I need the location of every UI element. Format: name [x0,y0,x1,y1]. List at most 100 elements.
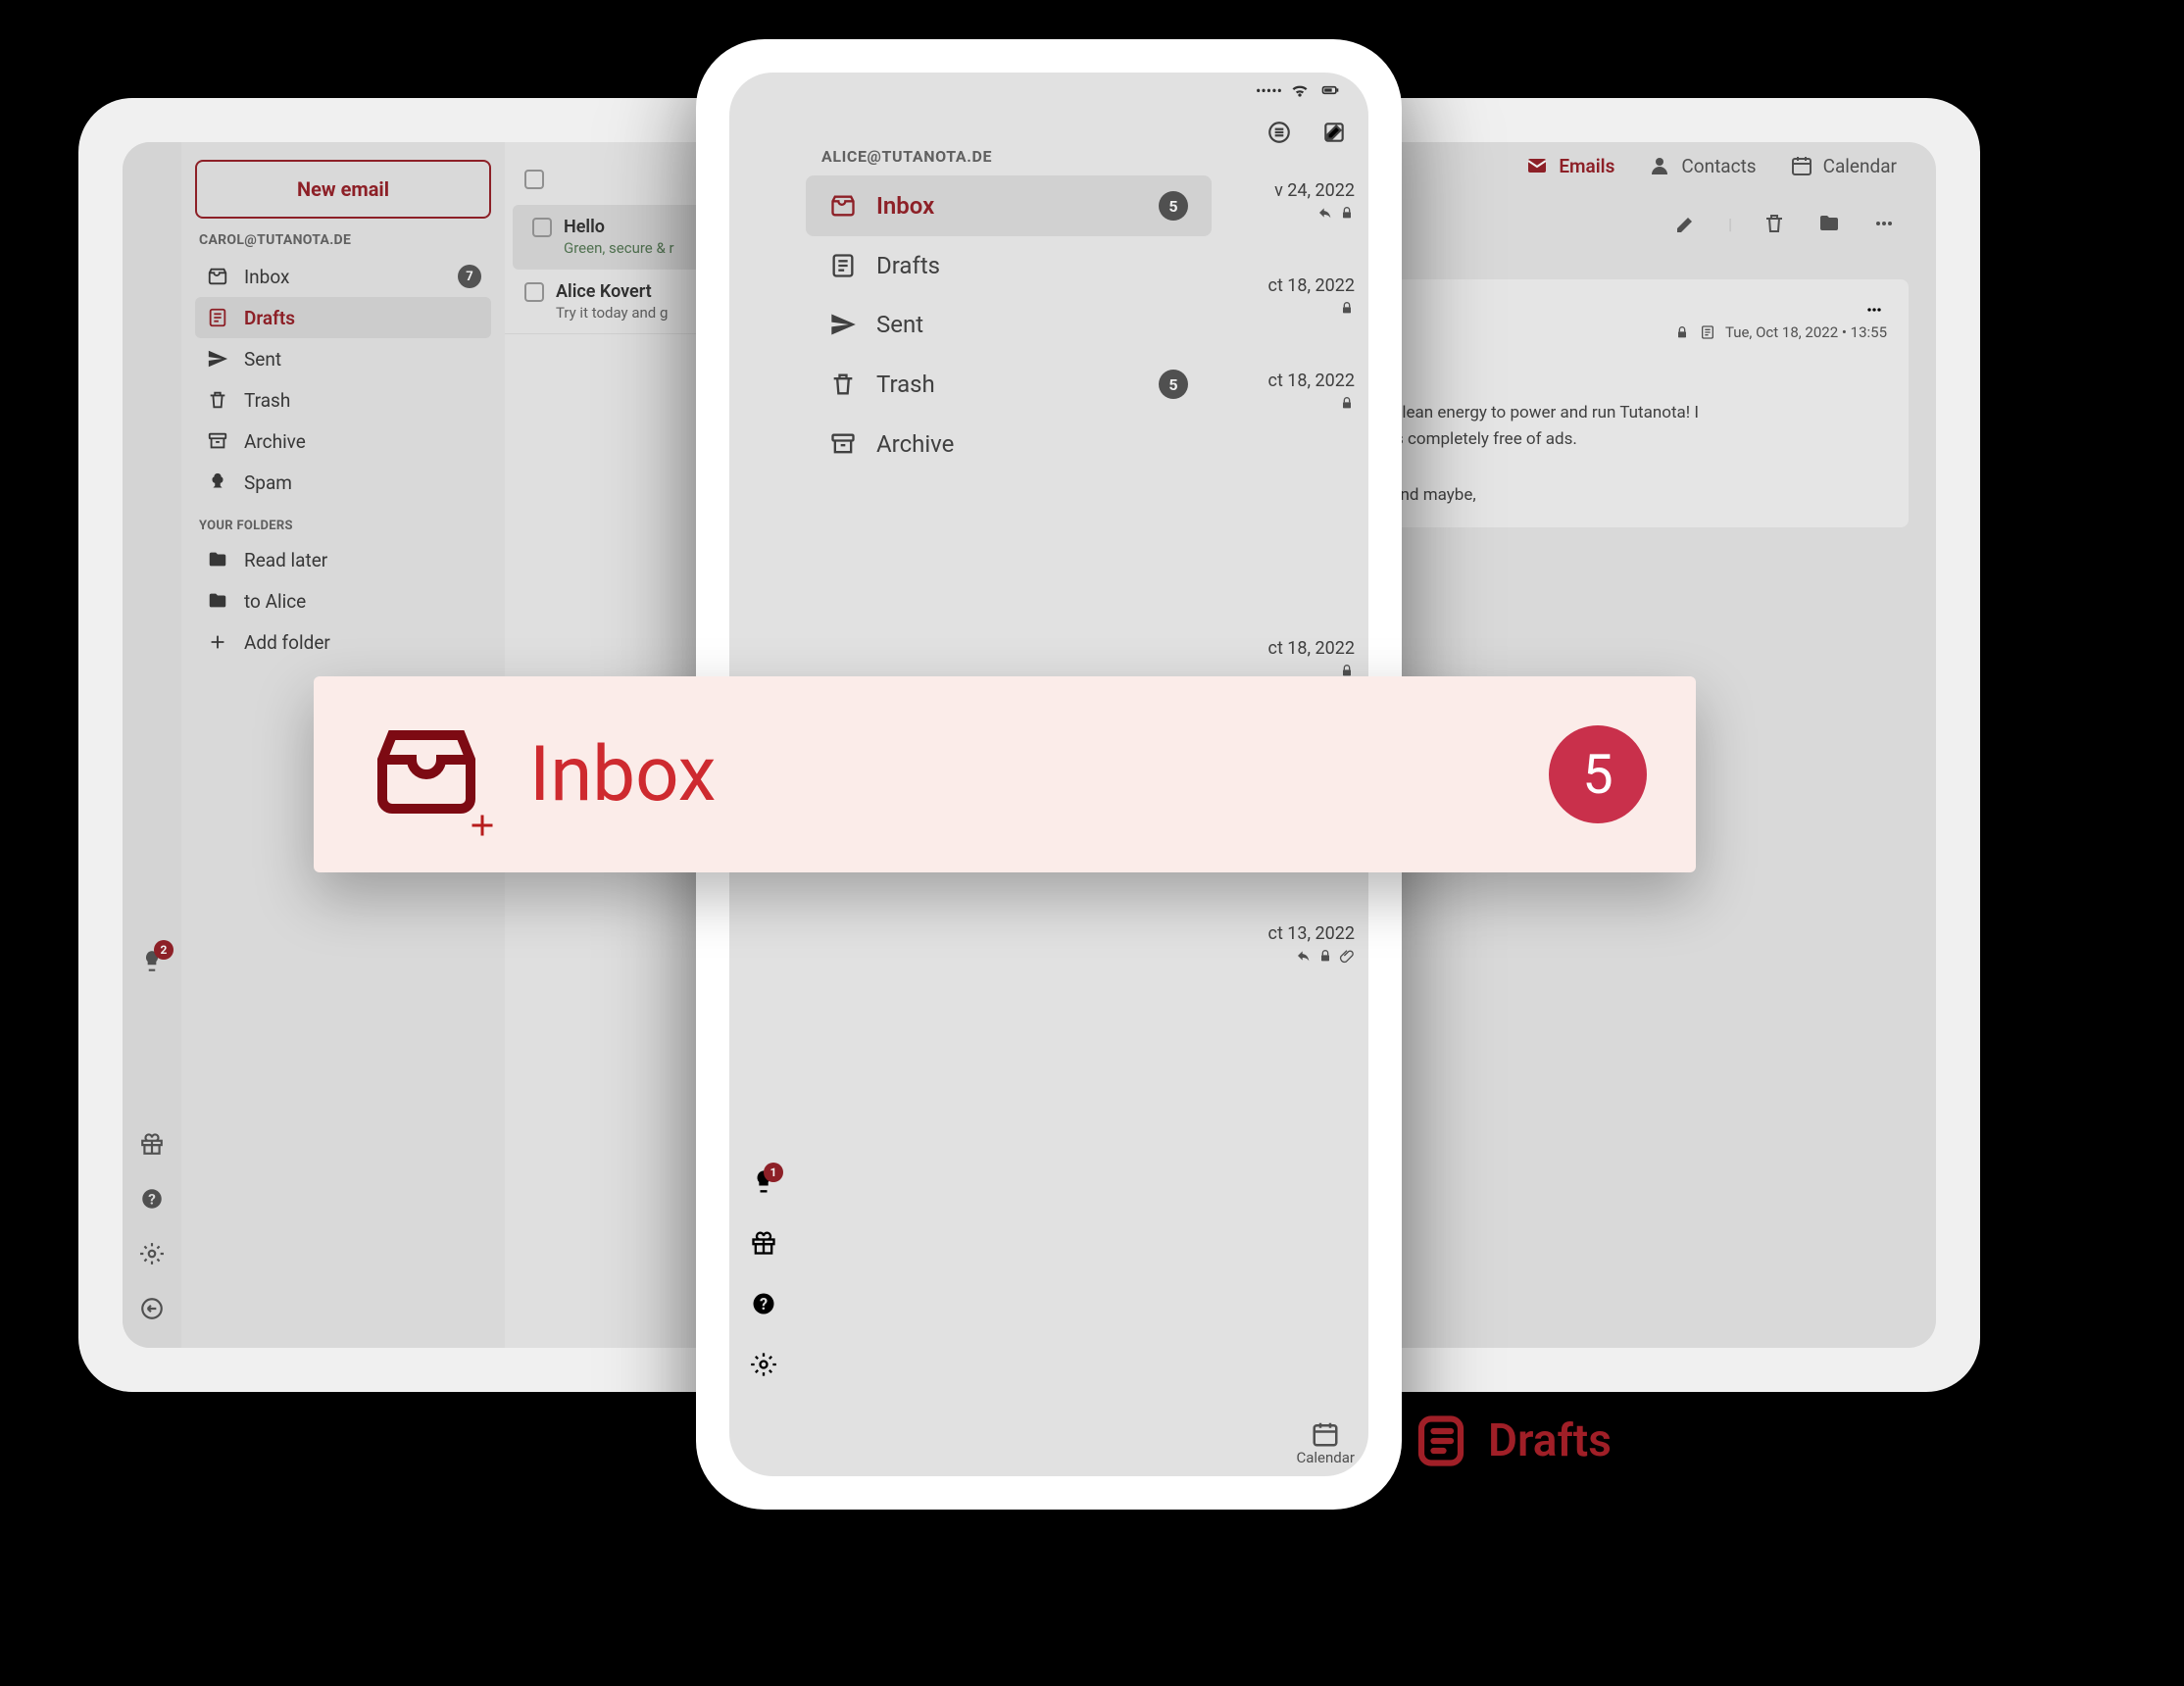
plus-icon [465,808,500,843]
floating-drafts-chip: Drafts [1412,1412,1612,1470]
folder-read-later[interactable]: Read later [195,539,491,580]
folder-inbox[interactable]: Inbox 7 [195,256,491,297]
mail-title: Alice Kovert [556,281,652,302]
logout-icon[interactable] [136,1293,168,1324]
folder-label: Read later [244,549,327,571]
drafts-icon [829,252,857,279]
folder-sent[interactable]: Sent [195,338,491,379]
more-icon[interactable] [1871,211,1897,236]
trash-badge: 5 [1159,370,1188,399]
drafts-icon [1412,1412,1470,1470]
folder-label: Inbox [244,266,289,288]
folder-drafts[interactable]: Drafts [195,297,491,338]
settings-icon[interactable] [136,1238,168,1269]
folder-archive[interactable]: Archive [806,415,1212,473]
sent-icon [829,311,857,338]
edit-icon[interactable] [1673,211,1699,236]
move-icon[interactable] [1816,211,1842,236]
list-view-icon[interactable] [1266,120,1292,145]
mail-date: Tue, Oct 18, 2022 • 13:55 [1725,323,1887,341]
nav-emails[interactable]: Emails [1525,154,1614,177]
folder-inbox[interactable]: Inbox 5 [806,175,1212,236]
date-row: ct 18, 2022 [1268,371,1355,411]
date-row: ct 18, 2022 [1268,275,1355,316]
your-folders-label: YOUR FOLDERS [199,519,487,533]
nav-label: Calendar [1296,1449,1355,1466]
tablet-top-nav: Emails Contacts Calendar [1525,154,1897,177]
folder-label: Sent [876,311,923,338]
nav-label: Contacts [1681,155,1756,177]
new-email-button[interactable]: New email [195,160,491,219]
lock-icon [1339,300,1355,316]
mail-line: ide, and maybe, [1362,482,1887,509]
tips-badge: 2 [154,940,174,960]
folder-icon [205,588,230,614]
folder-drafts[interactable]: Drafts [806,236,1212,295]
sent-icon [205,346,230,372]
nav-contacts[interactable]: Contacts [1648,154,1756,177]
tablet-left-rail: 2 [123,142,181,1348]
compose-icon[interactable] [1321,120,1347,145]
inbox-icon [205,264,230,289]
drafts-label: Drafts [1488,1414,1612,1467]
tips-icon[interactable]: 2 [136,946,168,977]
folder-label: Archive [876,430,954,458]
delete-icon[interactable] [1762,211,1787,236]
gift-icon[interactable] [136,1128,168,1160]
date: ct 18, 2022 [1268,275,1355,296]
settings-icon[interactable] [750,1351,777,1378]
reply-icon [1296,948,1312,964]
attach-icon [1339,948,1355,964]
calendar-icon [1311,1419,1340,1449]
inbox-label: Inbox [529,730,716,819]
folder-label: Drafts [876,252,940,279]
trash-icon [205,387,230,413]
phone-top-actions [1266,120,1347,145]
folder-trash[interactable]: Trash [195,379,491,421]
select-all-checkbox[interactable] [524,170,544,189]
date: ct 18, 2022 [1268,371,1355,391]
lock-icon [1339,205,1355,221]
folder-label: Drafts [244,307,295,329]
nav-calendar[interactable]: Calendar [1790,154,1897,177]
folder-label: Sent [244,348,281,371]
add-folder-button[interactable]: Add folder [195,621,491,663]
mail-line: and clean energy to power and run Tutano… [1362,400,1887,426]
mail-meta: Tue, Oct 18, 2022 • 13:55 [1362,323,1887,341]
folder-to-alice[interactable]: to Alice [195,580,491,621]
trash-icon [829,371,857,398]
inbox-count-badge: 5 [1549,725,1647,823]
folder-sent[interactable]: Sent [806,295,1212,354]
plus-icon [205,629,230,655]
reply-icon [1317,205,1333,221]
drafts-icon [205,305,230,330]
item-checkbox[interactable] [532,218,552,237]
dots-icon: ••••• [1256,81,1282,100]
folder-spam[interactable]: Spam [195,462,491,503]
account-label: CAROL@TUTANOTA.DE [199,232,487,248]
help-icon[interactable] [750,1290,777,1317]
mail-reader: Tue, Oct 18, 2022 • 13:55 and clean ener… [1340,279,1909,527]
help-icon[interactable] [136,1183,168,1215]
folder-label: Archive [244,430,306,453]
folder-label: Trash [876,371,935,398]
gift-icon[interactable] [750,1229,777,1257]
folder-trash[interactable]: Trash 5 [806,354,1212,415]
folder-archive[interactable]: Archive [195,421,491,462]
add-folder-label: Add folder [244,631,330,654]
tips-icon[interactable]: 1 [750,1168,777,1196]
phone-bottom-nav-calendar[interactable]: Calendar [1296,1419,1355,1466]
folder-label: to Alice [244,590,306,613]
folder-icon [205,547,230,572]
nav-label: Emails [1559,155,1614,177]
tips-badge: 1 [764,1163,783,1182]
archive-icon [205,428,230,454]
folder-label: Spam [244,471,292,494]
lock-icon [1339,395,1355,411]
account-label: ALICE@TUTANOTA.DE [798,133,1219,175]
item-checkbox[interactable] [524,282,544,302]
inbox-badge: 5 [1159,191,1188,221]
inbox-icon [829,192,857,220]
archive-icon [829,430,857,458]
more-icon[interactable] [1861,297,1887,322]
